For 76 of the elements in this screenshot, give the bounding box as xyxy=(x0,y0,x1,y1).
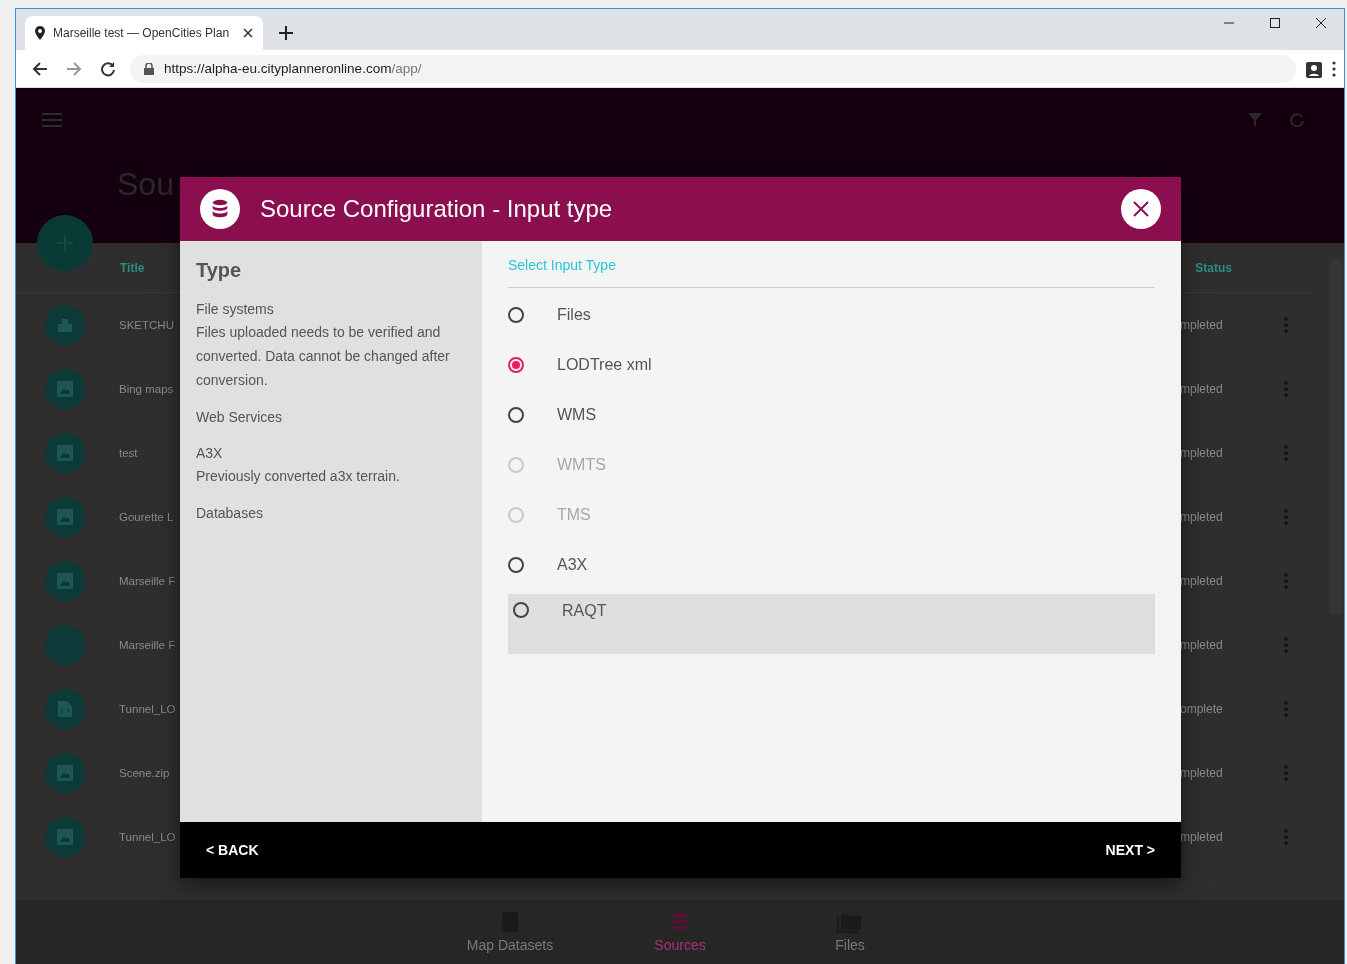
image-icon xyxy=(56,444,74,462)
row-status: mpleted xyxy=(1180,766,1224,780)
row-title: Marseille F xyxy=(119,639,176,651)
lock-icon xyxy=(144,62,154,75)
building-icon xyxy=(56,316,74,334)
row-status: mpleted xyxy=(1180,318,1224,332)
browser-tab[interactable]: Marseille test — OpenCities Plan xyxy=(25,16,263,50)
row-title: Tunnel_LO xyxy=(119,831,176,843)
row-status: omplete xyxy=(1180,702,1224,716)
row-avatar xyxy=(45,625,85,665)
row-status: mpleted xyxy=(1180,574,1224,588)
section-heading: File systems xyxy=(196,300,275,319)
image-icon xyxy=(56,380,74,398)
add-button[interactable] xyxy=(37,215,93,271)
refresh-icon[interactable] xyxy=(1290,113,1304,127)
section-description: Previously converted a3x terrain. xyxy=(196,467,401,486)
select-label: Select Input Type xyxy=(508,257,1155,288)
radio-button[interactable] xyxy=(508,307,524,323)
row-title: Gourette L xyxy=(119,511,174,523)
radio-button[interactable] xyxy=(508,407,524,423)
map-pin-icon xyxy=(35,26,45,40)
back-arrow-icon xyxy=(32,60,48,77)
radio-button[interactable] xyxy=(513,602,529,618)
close-icon[interactable] xyxy=(243,28,253,38)
image-icon xyxy=(56,508,74,526)
row-title: Scene.zip xyxy=(119,767,170,779)
tab-title: Marseille test — OpenCities Plan xyxy=(53,26,231,40)
row-status: mpleted xyxy=(1180,382,1224,396)
section-heading: Web Services xyxy=(196,408,284,427)
profile-icon[interactable] xyxy=(1306,59,1322,78)
row-title: Marseille F xyxy=(119,575,176,587)
radio-button[interactable] xyxy=(508,357,524,373)
side-heading: Type xyxy=(196,259,243,282)
new-tab-icon[interactable] xyxy=(279,26,293,40)
image-icon xyxy=(56,764,74,782)
image-icon xyxy=(56,828,74,846)
maximize-icon xyxy=(1270,18,1280,28)
close-button[interactable] xyxy=(1121,189,1161,229)
column-header: Title xyxy=(120,260,145,275)
option-label: A3X xyxy=(557,556,588,574)
row-status: mpleted xyxy=(1180,510,1224,524)
row-status: mpleted xyxy=(1180,446,1224,460)
option-label: WMS xyxy=(557,406,597,424)
section-heading: A3X xyxy=(196,444,224,463)
section-description: Files uploaded needs to be verified and converted. Data cannot be changed after conversion. xyxy=(196,323,451,390)
column-header: Status xyxy=(1195,260,1232,275)
bottom-nav-item[interactable]: Map Datasets xyxy=(445,900,575,964)
radio-button[interactable] xyxy=(508,557,524,573)
code-file-icon xyxy=(57,700,73,718)
option-label: LODTree xml xyxy=(557,356,652,374)
address-bar[interactable]: https://alpha-eu.cityplanneronline.com/app/ xyxy=(130,54,1296,83)
row-title: Tunnel_LO xyxy=(119,703,176,715)
option-label: Files xyxy=(557,306,591,324)
filter-icon[interactable] xyxy=(1248,113,1262,127)
row-status: mpleted xyxy=(1180,638,1224,652)
row-title: test xyxy=(119,447,138,459)
option-label: RAQT xyxy=(562,602,607,620)
close-icon xyxy=(1316,18,1326,28)
reload-icon xyxy=(100,60,116,77)
highlighted-option[interactable]: RAQT xyxy=(508,594,1155,654)
dialog-title: Source Configuration - Input type xyxy=(260,195,613,223)
url-text: https://alpha-eu.cityplanneronline.com/app/ xyxy=(164,61,422,76)
close-icon xyxy=(1133,201,1149,217)
row-status: mpleted xyxy=(1180,830,1224,844)
image-icon xyxy=(56,572,74,590)
row-title: SKETCHU xyxy=(119,319,174,331)
row-title: Bing maps xyxy=(119,383,174,395)
bottom-nav-item[interactable]: Files xyxy=(785,900,915,964)
back-button[interactable]: < BACK xyxy=(206,842,259,858)
next-button[interactable]: NEXT > xyxy=(1105,842,1155,858)
option-label: TMS xyxy=(557,506,591,524)
forward-arrow-icon xyxy=(66,60,82,77)
menu-icon[interactable] xyxy=(42,113,62,127)
option-label: WMTS xyxy=(557,456,606,474)
section-heading: Databases xyxy=(196,504,264,523)
more-icon[interactable] xyxy=(1332,60,1336,77)
